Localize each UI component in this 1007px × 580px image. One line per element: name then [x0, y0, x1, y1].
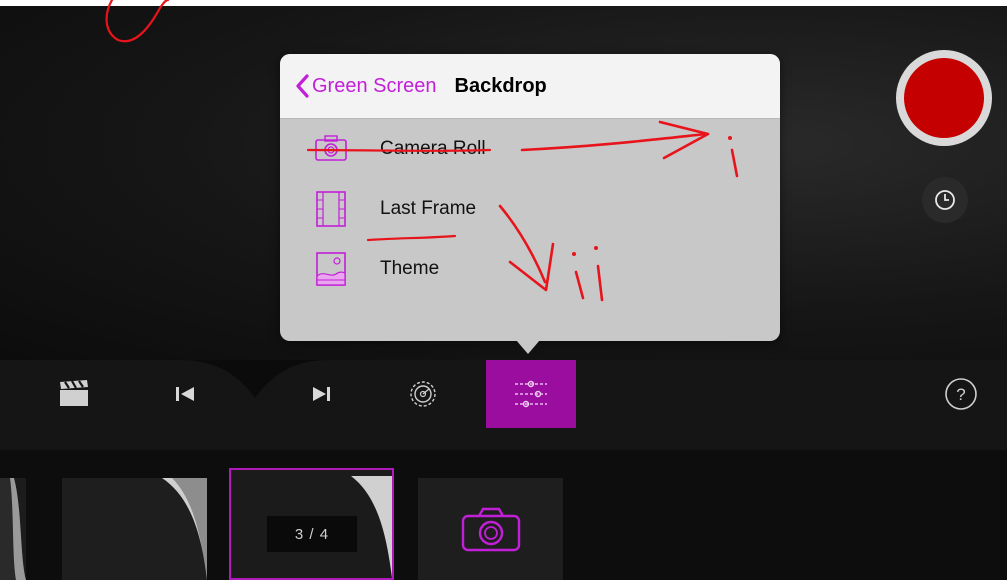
popover-arrow [516, 340, 540, 354]
timer-button[interactable] [922, 177, 968, 223]
record-button-ring[interactable] [896, 50, 992, 146]
camera-icon [315, 135, 347, 161]
film-frame-icon [316, 191, 346, 227]
popover-title: Backdrop [454, 74, 547, 97]
camera-icon [461, 507, 520, 552]
clapperboard-icon [60, 380, 88, 406]
frame-thumbnail[interactable] [0, 478, 26, 580]
back-button[interactable]: Green Screen [294, 73, 437, 99]
help-label: ? [956, 385, 965, 404]
sliders-icon [515, 380, 547, 408]
menu-item-label: Last Frame [380, 198, 477, 219]
popover-header: Green Screen Backdrop [280, 54, 780, 119]
menu-item-label: Camera Roll [380, 138, 486, 159]
settings-button[interactable] [378, 360, 468, 428]
theme-image-icon [316, 252, 346, 286]
toolbar-notch [180, 360, 330, 398]
record-button[interactable] [904, 58, 984, 138]
menu-item-last-frame[interactable]: Last Frame [280, 180, 780, 238]
clock-icon [935, 190, 955, 210]
menu-item-camera-roll[interactable]: Camera Roll [280, 120, 780, 178]
back-button-label: Green Screen [312, 74, 437, 97]
frame-counter-badge: 3 / 4 [267, 516, 357, 552]
chevron-left-icon [296, 74, 309, 98]
help-icon: ? [945, 378, 977, 410]
top-edge [0, 0, 1007, 6]
help-button[interactable]: ? [916, 360, 1006, 428]
clapperboard-button[interactable] [30, 360, 120, 428]
menu-item-theme[interactable]: Theme [280, 240, 780, 298]
bottom-toolbar: ? [0, 360, 1007, 450]
capture-frame-button[interactable] [418, 478, 563, 580]
backdrop-popover: Green Screen Backdrop Camera Roll Last F… [280, 54, 780, 341]
settings-gear-icon [410, 381, 436, 407]
green-screen-settings-button[interactable] [486, 360, 576, 428]
frame-thumbnail[interactable] [62, 478, 207, 580]
menu-item-label: Theme [380, 258, 440, 279]
frame-thumbnail-selected[interactable]: 3 / 4 [229, 468, 394, 580]
